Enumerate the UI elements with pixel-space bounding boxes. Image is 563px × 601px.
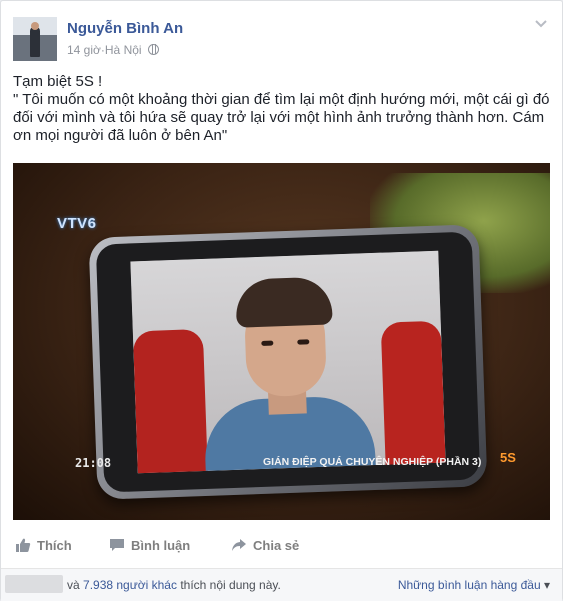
likes-footer: và 7.938 người khác thích nội dung này. …: [1, 568, 562, 601]
thumbs-up-icon: [15, 538, 31, 552]
share-label: Chia sẻ: [253, 538, 300, 553]
action-bar: Thích Bình luận Chia sẻ: [13, 532, 550, 562]
likes-suffix: thích nội dung này.: [176, 578, 281, 592]
post-card: Nguyễn Bình An 14 giờ · Hà Nội Tạm biệt …: [0, 0, 563, 601]
share-arrow-icon: [231, 538, 247, 552]
chevron-down-icon[interactable]: [534, 17, 548, 31]
brand-logo: 5S: [500, 450, 516, 465]
post-location[interactable]: Hà Nội: [105, 43, 142, 57]
like-label: Thích: [37, 538, 72, 553]
post-meta: 14 giờ · Hà Nội: [67, 42, 159, 57]
comments-order-label: Những bình luận hàng đầu: [397, 578, 541, 592]
likes-summary: và 7.938 người khác thích nội dung này.: [67, 578, 281, 592]
blurred-liker-name: [5, 575, 63, 593]
timecode: 21:08: [75, 456, 112, 470]
show-caption: GIÁN ĐIỆP QUÁ CHUYÊN NGHIỆP (PHẦN 3): [263, 456, 482, 468]
post-time[interactable]: 14 giờ: [67, 43, 101, 57]
comments-order-dropdown[interactable]: Những bình luận hàng đầu ▾: [398, 578, 550, 592]
comment-button[interactable]: Bình luận: [109, 538, 190, 553]
chevron-down-icon: ▾: [540, 578, 550, 592]
post-photo[interactable]: VTV6 21:08 GIÁN ĐIỆP QUÁ CHUYÊN NGHIỆP (…: [13, 163, 550, 520]
likes-prefix: và: [67, 578, 84, 592]
channel-logo: VTV6: [57, 215, 97, 232]
like-button[interactable]: Thích: [15, 538, 72, 553]
comment-label: Bình luận: [131, 538, 191, 553]
likes-count-link[interactable]: 7.938 người khác: [83, 578, 177, 592]
post-text: Tạm biệt 5S ! " Tôi muốn có một khoảng t…: [13, 73, 553, 145]
author-name[interactable]: Nguyễn Bình An: [67, 20, 183, 37]
post-header: Nguyễn Bình An 14 giờ · Hà Nội: [13, 15, 550, 61]
comment-icon: [109, 538, 125, 552]
post-text-line2: " Tôi muốn có một khoảng thời gian để tì…: [13, 91, 550, 144]
globe-icon[interactable]: [147, 44, 159, 56]
share-button[interactable]: Chia sẻ: [231, 538, 299, 553]
post-text-line1: Tạm biệt 5S !: [13, 73, 103, 90]
avatar[interactable]: [13, 17, 57, 61]
tablet-screen: [130, 250, 446, 474]
